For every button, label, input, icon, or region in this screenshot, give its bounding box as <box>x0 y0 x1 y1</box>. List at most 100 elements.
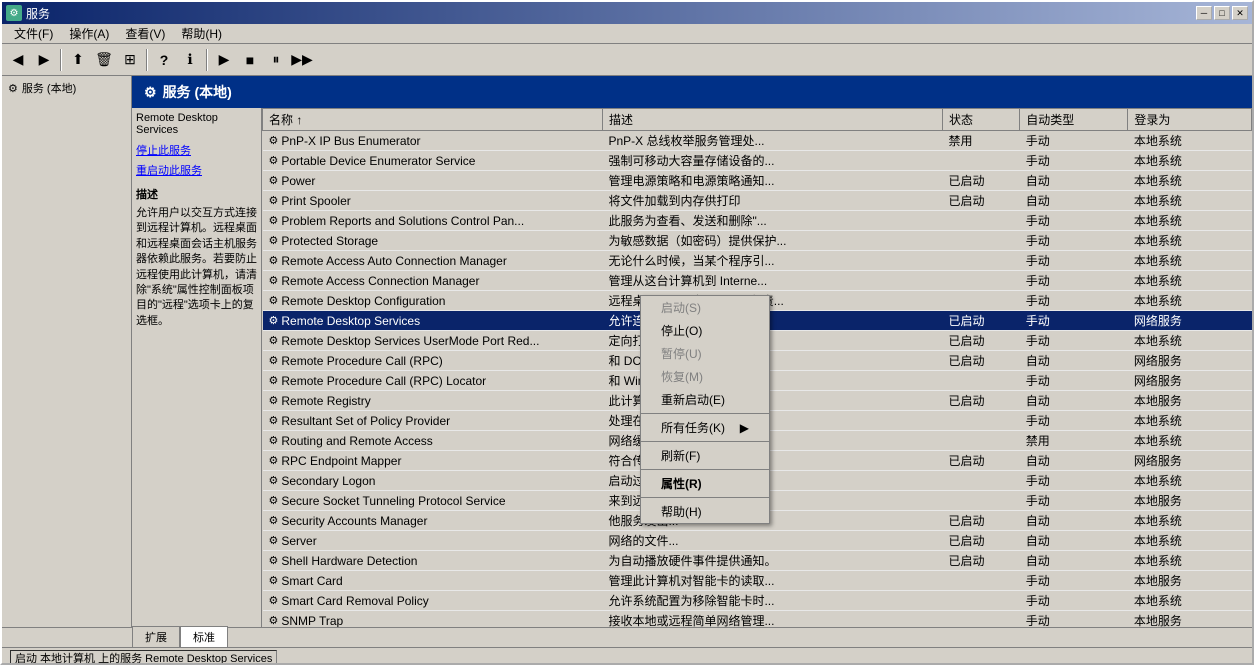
service-status-cell <box>942 431 1019 451</box>
service-name-cell: ⚙Remote Access Connection Manager <box>263 271 603 291</box>
service-name-cell: ⚙Remote Desktop Configuration <box>263 291 603 311</box>
table-row[interactable]: ⚙Remote Access Auto Connection Manager无论… <box>263 251 1252 271</box>
forward-button[interactable]: ▶ <box>32 48 56 72</box>
tab-bar: 扩展 标准 <box>2 627 1252 647</box>
back-button[interactable]: ◀ <box>6 48 30 72</box>
table-row[interactable]: ⚙SNMP Trap接收本地或远程简单网络管理...手动本地服务 <box>263 611 1252 628</box>
service-icon: ⚙ <box>269 514 279 527</box>
ctx-resume[interactable]: 恢复(M) <box>641 365 769 388</box>
minimize-button[interactable]: ─ <box>1196 6 1212 20</box>
content-header: ⚙ 服务 (本地) <box>132 76 1252 108</box>
service-icon: ⚙ <box>269 494 279 507</box>
close-button[interactable]: ✕ <box>1232 6 1248 20</box>
service-status-cell <box>942 231 1019 251</box>
service-status-cell: 已启动 <box>942 511 1019 531</box>
ctx-sep-3 <box>641 469 769 470</box>
window-title: 服务 <box>26 5 50 22</box>
table-row[interactable]: ⚙Server网络的文件...已启动自动本地系统 <box>263 531 1252 551</box>
content-header-icon: ⚙ <box>144 84 157 101</box>
ctx-help[interactable]: 帮助(H) <box>641 500 769 523</box>
service-login-cell: 本地系统 <box>1128 171 1252 191</box>
table-row[interactable]: ⚙Print Spooler将文件加载到内存供打印已启动自动本地系统 <box>263 191 1252 211</box>
service-startup-cell: 手动 <box>1020 411 1128 431</box>
table-row[interactable]: ⚙Power管理电源策略和电源策略通知...已启动自动本地系统 <box>263 171 1252 191</box>
restart-service-link[interactable]: 重启动此服务 <box>136 162 257 178</box>
service-status-cell <box>942 251 1019 271</box>
service-icon: ⚙ <box>269 214 279 227</box>
resume-button[interactable]: ▶▶ <box>290 48 314 72</box>
stop-service-link[interactable]: 停止此服务 <box>136 142 257 158</box>
col-name[interactable]: 名称 ↑ <box>263 109 603 131</box>
service-login-cell: 本地系统 <box>1128 411 1252 431</box>
service-startup-cell: 自动 <box>1020 451 1128 471</box>
ctx-start[interactable]: 启动(S) <box>641 296 769 319</box>
maximize-button[interactable]: □ <box>1214 6 1230 20</box>
table-row[interactable]: ⚙Smart Card Removal Policy允许系统配置为移除智能卡时.… <box>263 591 1252 611</box>
up-button[interactable]: ⬆ <box>66 48 90 72</box>
service-status-cell <box>942 411 1019 431</box>
service-name-cell: ⚙Remote Desktop Services UserMode Port R… <box>263 331 603 351</box>
menu-help[interactable]: 帮助(H) <box>173 23 230 44</box>
table-row[interactable]: ⚙Shell Hardware Detection为自动播放硬件事件提供通知。已… <box>263 551 1252 571</box>
col-startup[interactable]: 自动类型 <box>1020 109 1128 131</box>
pause-button[interactable]: ⏸ <box>264 48 288 72</box>
service-name-text: Secondary Logon <box>281 474 375 488</box>
service-name-text: Remote Desktop Services UserMode Port Re… <box>281 334 539 348</box>
tree-button[interactable]: ⊞ <box>118 48 142 72</box>
col-desc[interactable]: 描述 <box>602 109 942 131</box>
menu-action[interactable]: 操作(A) <box>61 23 117 44</box>
run-button[interactable]: ▶ <box>212 48 236 72</box>
window-icon: ⚙ <box>6 5 22 21</box>
tab-standard[interactable]: 标准 <box>180 626 228 647</box>
service-login-cell: 本地服务 <box>1128 611 1252 628</box>
service-status-cell: 已启动 <box>942 331 1019 351</box>
info-button[interactable]: ℹ <box>178 48 202 72</box>
service-name-text: Smart Card Removal Policy <box>281 594 428 608</box>
table-row[interactable]: ⚙Smart Card管理此计算机对智能卡的读取...手动本地服务 <box>263 571 1252 591</box>
status-bar: 启动 本地计算机 上的服务 Remote Desktop Services <box>2 647 1252 665</box>
service-login-cell: 本地系统 <box>1128 251 1252 271</box>
ctx-restart[interactable]: 重新启动(E) <box>641 388 769 411</box>
service-icon: ⚙ <box>269 454 279 467</box>
service-sidebar: Remote Desktop Services 停止此服务 重启动此服务 描述 … <box>132 108 262 627</box>
content-header-title: 服务 (本地) <box>163 82 232 102</box>
ctx-all-tasks-arrow: ▶ <box>740 421 749 435</box>
ctx-properties[interactable]: 属性(R) <box>641 472 769 495</box>
service-status-cell: 已启动 <box>942 391 1019 411</box>
service-login-cell: 本地系统 <box>1128 331 1252 351</box>
service-login-cell: 本地系统 <box>1128 511 1252 531</box>
table-row[interactable]: ⚙Portable Device Enumerator Service强制可移动… <box>263 151 1252 171</box>
col-login[interactable]: 登录为 <box>1128 109 1252 131</box>
service-name-cell: ⚙Secondary Logon <box>263 471 603 491</box>
ctx-pause[interactable]: 暂停(U) <box>641 342 769 365</box>
service-startup-cell: 手动 <box>1020 271 1128 291</box>
service-login-cell: 本地系统 <box>1128 191 1252 211</box>
ctx-all-tasks[interactable]: 所有任务(K) ▶ <box>641 416 769 439</box>
table-row[interactable]: ⚙Remote Access Connection Manager管理从这台计算… <box>263 271 1252 291</box>
show-hide-button[interactable]: 🗑 <box>92 48 116 72</box>
help-button[interactable]: ? <box>152 48 176 72</box>
menu-file[interactable]: 文件(F) <box>6 23 61 44</box>
service-name-cell: ⚙Smart Card <box>263 571 603 591</box>
service-startup-cell: 手动 <box>1020 371 1128 391</box>
service-name-text: Problem Reports and Solutions Control Pa… <box>281 214 524 228</box>
service-startup-cell: 自动 <box>1020 391 1128 411</box>
ctx-stop[interactable]: 停止(O) <box>641 319 769 342</box>
service-status-cell: 禁用 <box>942 131 1019 151</box>
menu-view[interactable]: 查看(V) <box>117 23 173 44</box>
table-row[interactable]: ⚙Problem Reports and Solutions Control P… <box>263 211 1252 231</box>
service-icon: ⚙ <box>269 574 279 587</box>
service-startup-cell: 手动 <box>1020 311 1128 331</box>
service-name-text: Server <box>281 534 316 548</box>
service-name-text: Resultant Set of Policy Provider <box>281 414 450 428</box>
col-status[interactable]: 状态 <box>942 109 1019 131</box>
title-bar: ⚙ 服务 ─ □ ✕ <box>2 2 1252 24</box>
service-status-cell <box>942 571 1019 591</box>
stop-button[interactable]: ■ <box>238 48 262 72</box>
service-login-cell: 本地系统 <box>1128 151 1252 171</box>
service-login-cell: 本地系统 <box>1128 211 1252 231</box>
ctx-refresh[interactable]: 刷新(F) <box>641 444 769 467</box>
table-row[interactable]: ⚙Protected Storage为敏感数据（如密码）提供保护...手动本地系… <box>263 231 1252 251</box>
tab-extended[interactable]: 扩展 <box>132 626 180 647</box>
table-row[interactable]: ⚙PnP-X IP Bus EnumeratorPnP-X 总线枚举服务管理处.… <box>263 131 1252 151</box>
